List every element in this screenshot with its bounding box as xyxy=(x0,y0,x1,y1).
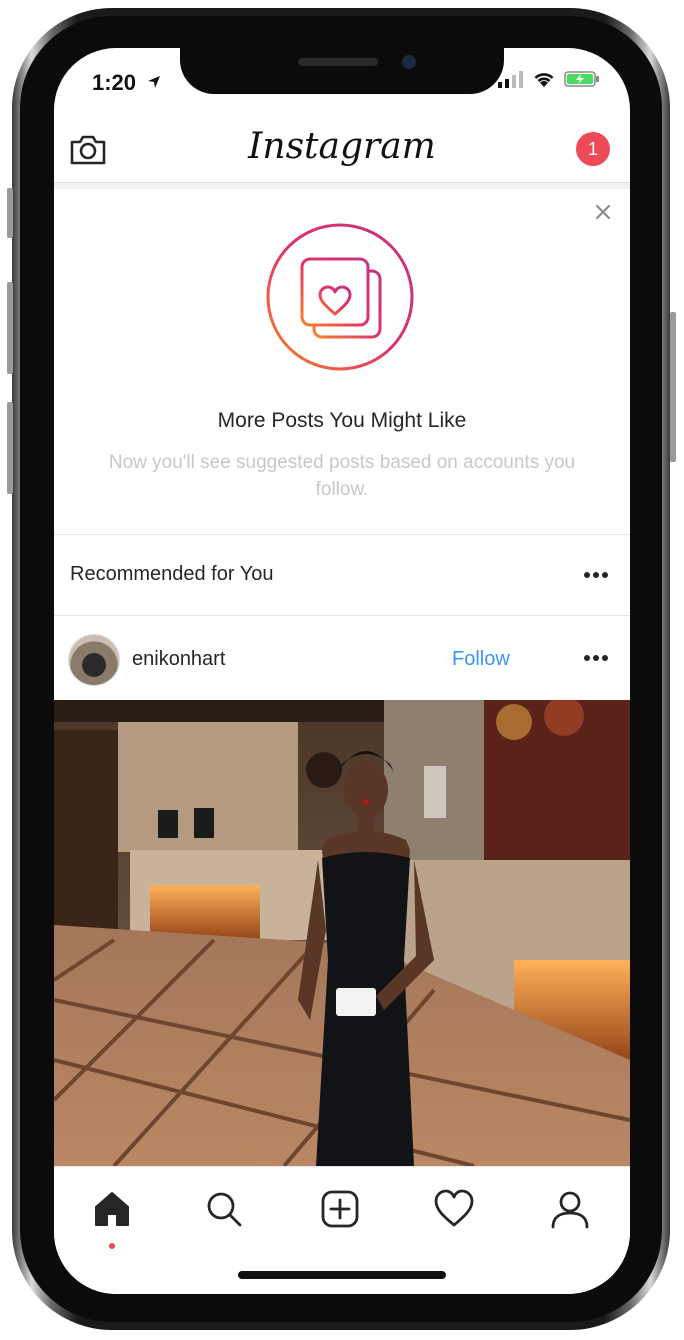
wifi-icon xyxy=(534,73,554,87)
recommended-title: Recommended for You xyxy=(70,563,274,585)
instagram-logo: Instagram xyxy=(248,126,436,167)
suggested-posts-subtitle: Now you'll see suggested posts based on … xyxy=(108,452,576,500)
notification-badge[interactable]: 1 xyxy=(576,132,610,166)
suggested-posts-title: More Posts You Might Like xyxy=(217,409,467,432)
volume-down-button xyxy=(7,402,13,494)
screen: 1:20 Instagram 1 More Posts You Might Li… xyxy=(54,48,630,1294)
post-photo[interactable] xyxy=(54,700,630,1166)
suggested-posts-icon xyxy=(266,223,414,371)
search-icon[interactable] xyxy=(202,1187,246,1231)
add-post-icon[interactable] xyxy=(318,1187,362,1231)
post-photo-scene xyxy=(54,700,630,1166)
follow-button[interactable]: Follow xyxy=(452,648,510,671)
location-arrow-icon xyxy=(148,76,160,88)
suggested-posts-card: More Posts You Might Like Now you'll see… xyxy=(54,189,630,535)
recommended-header: Recommended for You xyxy=(54,535,630,616)
avatar[interactable] xyxy=(68,634,120,686)
cellular-signal-icon xyxy=(498,71,523,88)
front-camera xyxy=(402,55,416,69)
post-username[interactable]: enikonhart xyxy=(132,648,225,671)
post-more-options-icon[interactable] xyxy=(584,654,608,662)
battery-charging-icon xyxy=(564,71,599,87)
app-header: Instagram 1 xyxy=(54,118,630,183)
notch xyxy=(180,48,504,94)
bottom-tab-bar xyxy=(54,1166,630,1294)
mute-switch xyxy=(7,188,13,238)
activity-heart-icon[interactable] xyxy=(432,1187,476,1231)
power-button xyxy=(670,312,676,462)
home-indicator xyxy=(238,1271,446,1279)
status-time: 1:20 xyxy=(92,70,137,95)
post-header: enikonhart Follow xyxy=(54,616,630,700)
profile-icon[interactable] xyxy=(548,1187,592,1231)
earpiece-speaker xyxy=(298,58,378,66)
home-icon[interactable] xyxy=(90,1187,134,1231)
volume-up-button xyxy=(7,282,13,374)
home-notification-dot xyxy=(109,1243,115,1249)
close-icon[interactable] xyxy=(592,201,614,223)
status-icons xyxy=(498,70,600,88)
more-options-icon[interactable] xyxy=(584,571,608,579)
